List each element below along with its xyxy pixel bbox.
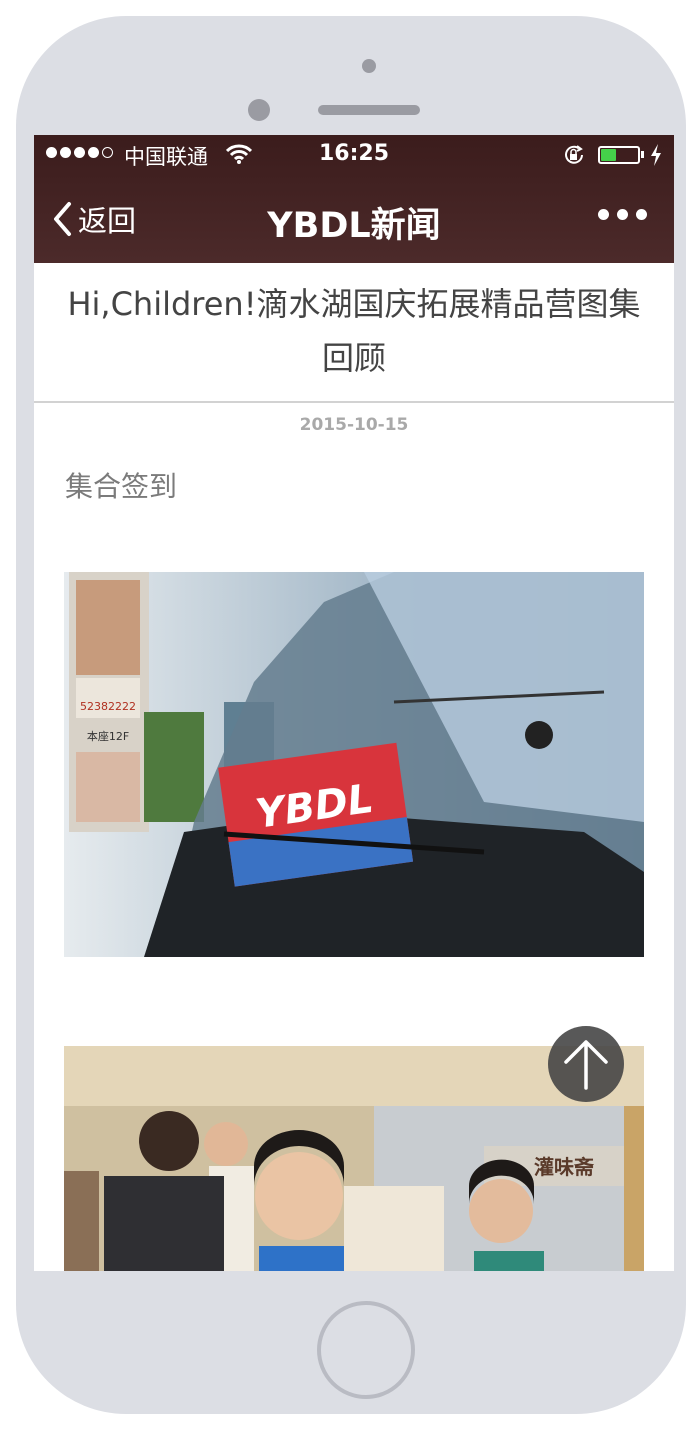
article-date: 2015-10-15 [299,415,409,435]
article-title: Hi,Children!滴水湖国庆拓展精品营图集回顾 [67,285,641,377]
navigation-bar: 返回 YBDL新闻 [34,175,674,263]
scroll-to-top-button[interactable] [548,1026,624,1102]
front-camera [248,99,270,121]
chevron-left-icon [54,202,71,236]
arrow-up-icon [564,1040,608,1090]
back-button[interactable]: 返回 [52,197,136,241]
article-content: Hi,Children!滴水湖国庆拓展精品营图集回顾 2015-10-15 集合… [34,263,674,1271]
more-options-button[interactable] [598,209,647,220]
bus-windshield-photo[interactable]: 52382222 本座12F YBDL [64,572,644,957]
back-label: 返回 [78,204,137,238]
article-paragraph: 集合签到 [65,470,178,503]
title-divider [34,401,674,403]
billboard-floor: 本座12F [87,729,129,743]
proximity-sensor [362,59,376,73]
charging-icon [651,144,661,166]
rotation-lock-icon [565,145,583,164]
shop-sign-text: 灌味斋 [534,1155,595,1179]
screen: 中国联通 16:25 返回 YBDL新闻 Hi,Children!滴水湖国庆拓展… [34,135,674,1271]
top-bar: 中国联通 16:25 返回 YBDL新闻 [34,135,674,263]
status-bar: 中国联通 16:25 [34,135,674,175]
battery-tip [641,151,644,158]
bus-windshield-image: 52382222 本座12F YBDL [64,572,644,957]
battery-level [601,149,617,161]
earpiece-speaker [318,105,420,115]
battery-icon [598,146,640,164]
more-dots-icon [598,209,609,220]
home-button[interactable] [317,1301,415,1399]
billboard-phone: 52382222 [80,700,136,713]
